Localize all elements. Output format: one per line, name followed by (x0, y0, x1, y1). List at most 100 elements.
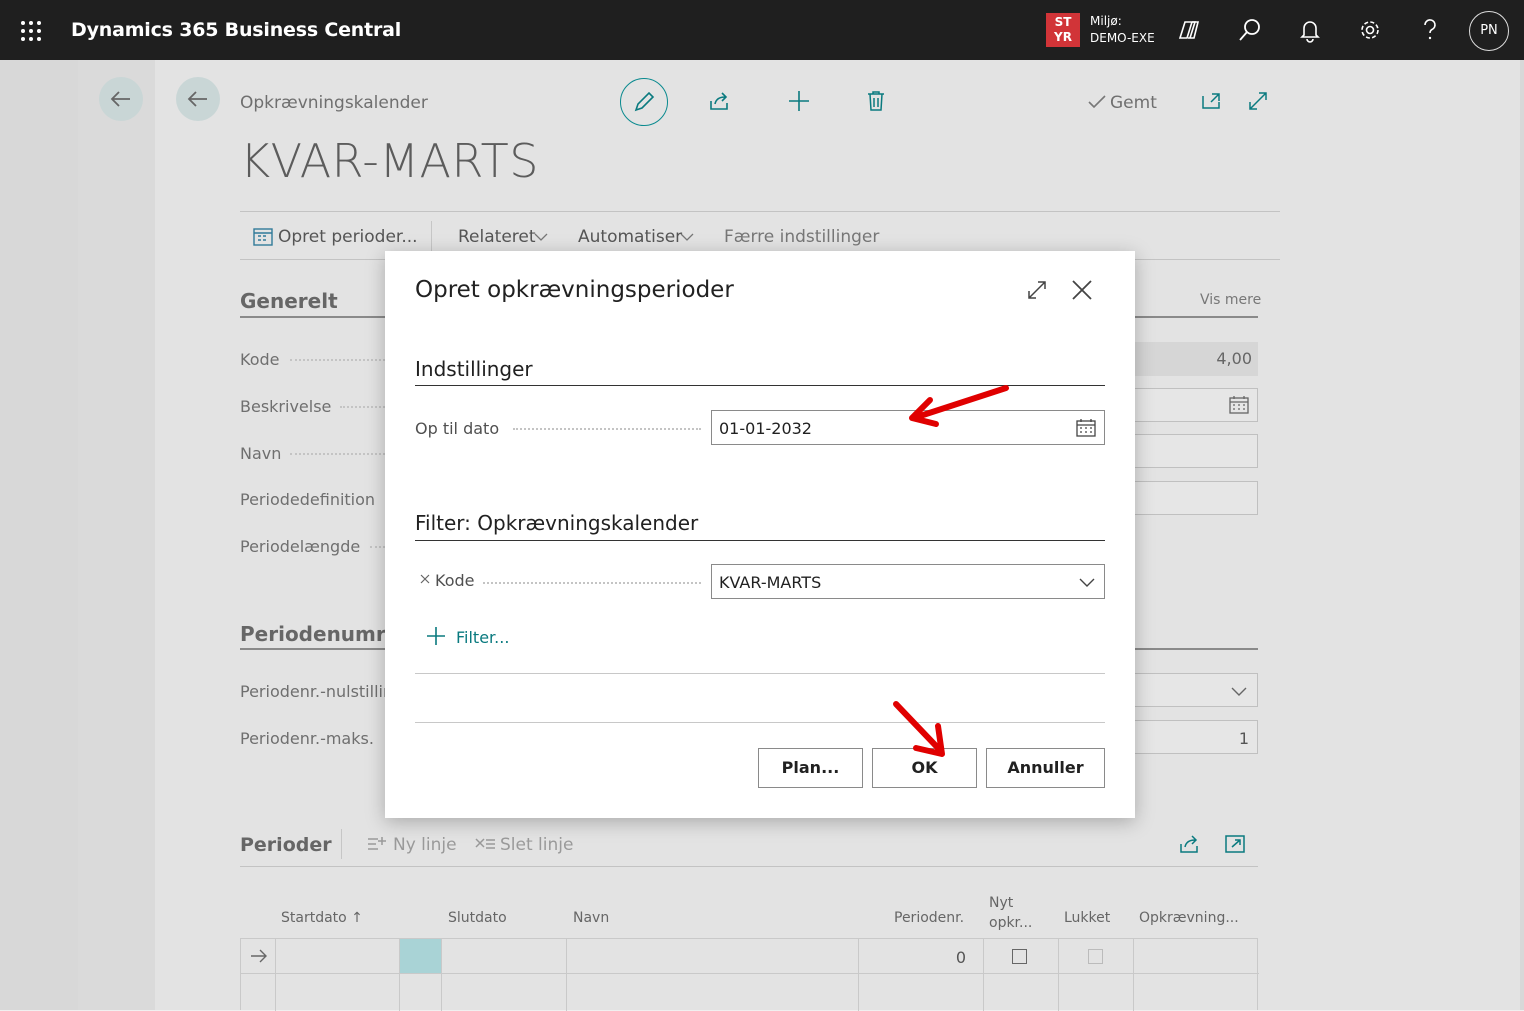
bell-icon[interactable] (1296, 16, 1324, 44)
share-icon[interactable] (708, 89, 732, 113)
remove-filter-icon[interactable] (420, 574, 430, 584)
page-left-gutter (78, 60, 155, 1010)
filter-code-label: Kode (435, 571, 475, 590)
annotation-arrow-icon (909, 385, 1009, 427)
periods-grid: 0 (240, 938, 1259, 1011)
page-title: KVAR-MARTS (240, 134, 539, 188)
col-divider (441, 939, 442, 1011)
action-delete-line[interactable]: Slet linje (500, 835, 573, 855)
environment-info[interactable]: Miljø: DEMO-EXE (1090, 13, 1155, 47)
open-in-window-icon[interactable] (1224, 833, 1248, 855)
up-to-date-value: 01-01-2032 (719, 419, 812, 438)
back-button-outer[interactable] (99, 77, 143, 121)
close-icon[interactable] (1071, 279, 1093, 301)
col-header-start-date[interactable]: Startdato ↑ (281, 910, 363, 926)
dialog-title: Opret opkrævningsperioder (415, 277, 734, 303)
plan-button[interactable]: Plan... (758, 748, 863, 788)
section-underline (240, 648, 385, 650)
action-automate[interactable]: Automatiser (578, 227, 682, 247)
chevron-down-icon (1079, 578, 1095, 587)
section-period-numbers-heading[interactable]: Periodenumre (240, 622, 399, 646)
section-general-heading[interactable]: Generelt (240, 289, 338, 313)
filter-code-select[interactable]: KVAR-MARTS (711, 564, 1105, 599)
edit-button[interactable] (620, 78, 668, 126)
pencil-icon (634, 91, 655, 112)
top-bar: Dynamics 365 Business Central ST YR Milj… (0, 0, 1524, 60)
row-period-no[interactable]: 0 (891, 948, 966, 967)
selected-cell[interactable] (400, 939, 441, 973)
period-max-value: 1 (1238, 729, 1249, 748)
settings-heading[interactable]: Indstillinger (415, 357, 533, 381)
up-to-date-label: Op til dato (415, 419, 500, 438)
add-filter-link[interactable]: Filter... (456, 628, 509, 647)
saved-status: Gemt (1110, 93, 1157, 113)
section-underline (1135, 648, 1258, 650)
delete-line-icon (475, 838, 495, 849)
col-header-billing[interactable]: Opkrævning... (1139, 910, 1239, 926)
col-divider (983, 939, 984, 1011)
action-create-periods[interactable]: Opret perioder... (278, 227, 418, 247)
copilot-icon[interactable] (1176, 16, 1204, 44)
dots (483, 582, 701, 584)
action-fewer-options[interactable]: Færre indstillinger (724, 227, 879, 247)
back-button[interactable] (176, 77, 220, 121)
chevron-down-icon (534, 233, 548, 241)
period-max-field[interactable]: 1 (1135, 720, 1258, 754)
action-related[interactable]: Relateret (458, 227, 536, 247)
expand-icon[interactable] (1026, 279, 1048, 301)
app-launcher-icon[interactable] (20, 20, 42, 42)
periods-part-heading[interactable]: Perioder (240, 834, 332, 856)
create-billing-periods-dialog: Opret opkrævningsperioder Indstillinger … (385, 251, 1135, 818)
period-length-value: 4,00 (1216, 349, 1252, 368)
col-header-end-date[interactable]: Slutdato (448, 910, 507, 926)
dots (513, 428, 701, 430)
create-periods-icon (253, 228, 273, 246)
dots (290, 453, 385, 455)
date-field[interactable] (1135, 388, 1258, 422)
filter-heading[interactable]: Filter: Opkrævningskalender (415, 511, 698, 535)
period-length-readonly: 4,00 (1135, 342, 1258, 376)
search-icon[interactable] (1236, 16, 1264, 44)
period-reset-select[interactable] (1135, 673, 1258, 707)
new-billing-checkbox[interactable] (1012, 949, 1027, 964)
env-badge-line1: ST (1054, 15, 1072, 29)
col-header-new-billing[interactable]: Nyt opkr... (989, 893, 1037, 933)
divider (240, 211, 1280, 212)
col-header-period-no[interactable]: Periodenr. (894, 910, 964, 926)
field-label-period-reset: Periodenr.-nulstilling (240, 682, 385, 701)
chevron-down-icon (680, 233, 694, 241)
col-header-name[interactable]: Navn (573, 910, 609, 926)
field-label-period-max: Periodenr.-maks. (240, 729, 374, 748)
add-filter-icon[interactable] (426, 626, 446, 646)
name-field[interactable] (1135, 434, 1258, 468)
avatar[interactable]: PN (1469, 11, 1509, 51)
current-row-arrow-icon (251, 949, 267, 963)
app-title[interactable]: Dynamics 365 Business Central (71, 19, 401, 41)
breadcrumb: Opkrævningskalender (240, 93, 428, 113)
expand-icon[interactable] (1246, 89, 1270, 113)
share-icon[interactable] (1178, 833, 1202, 855)
env-badge-line2: YR (1054, 30, 1072, 44)
field-label-description: Beskrivelse (240, 397, 332, 416)
add-icon[interactable] (787, 89, 811, 113)
calendar-icon[interactable] (1076, 419, 1096, 437)
cancel-button[interactable]: Annuller (986, 748, 1105, 788)
env-label: Miljø: (1090, 14, 1122, 28)
calendar-icon[interactable] (1229, 396, 1249, 414)
help-icon[interactable] (1416, 16, 1444, 44)
col-divider (275, 939, 276, 1011)
dots (290, 359, 385, 361)
show-more-link[interactable]: Vis mere (1200, 292, 1261, 308)
action-new-line[interactable]: Ny linje (393, 835, 457, 855)
section-underline (240, 316, 385, 318)
open-new-window-icon[interactable] (1200, 89, 1224, 113)
section-underline (1135, 316, 1258, 318)
delete-icon[interactable] (864, 89, 888, 113)
field-label-period-definition: Periodedefinition (240, 490, 376, 509)
filter-code-value: KVAR-MARTS (719, 573, 822, 592)
field-label-code: Kode (240, 350, 280, 369)
col-header-closed[interactable]: Lukket (1064, 910, 1110, 926)
closed-checkbox (1088, 949, 1103, 964)
gear-icon[interactable] (1356, 16, 1384, 44)
period-definition-field[interactable] (1135, 481, 1258, 515)
